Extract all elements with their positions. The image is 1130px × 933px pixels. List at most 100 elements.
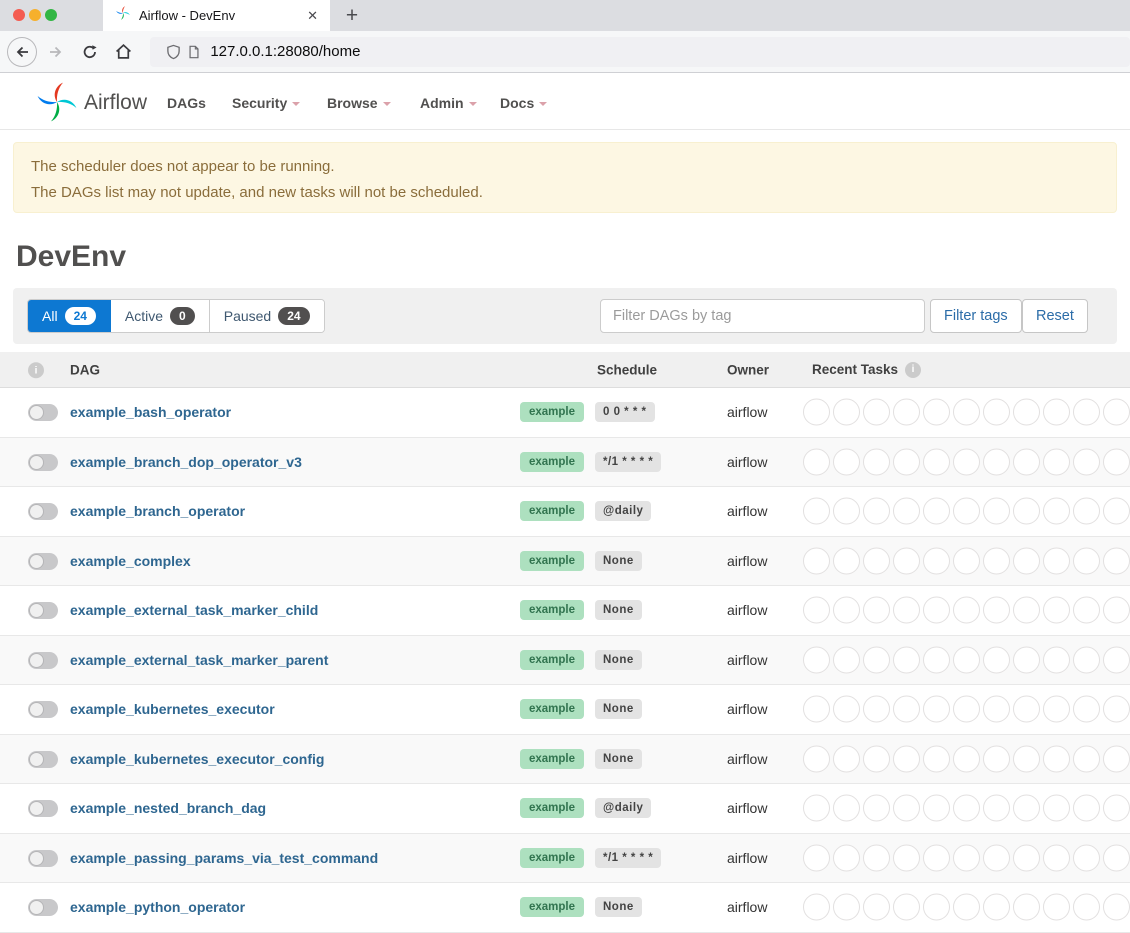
dag-pause-toggle[interactable] — [28, 553, 58, 570]
header-dag[interactable]: DAG — [70, 362, 100, 377]
task-state-circle — [1043, 399, 1070, 426]
owner-cell: airflow — [727, 800, 767, 816]
dag-link[interactable]: example_external_task_marker_child — [70, 602, 318, 618]
task-state-circle — [1013, 844, 1040, 871]
task-state-circle — [983, 547, 1010, 574]
task-state-circle — [1013, 795, 1040, 822]
dag-link[interactable]: example_python_operator — [70, 899, 245, 915]
dag-tag-badge[interactable]: example — [520, 897, 584, 917]
airflow-logo-icon[interactable] — [34, 79, 80, 130]
back-button[interactable] — [7, 37, 37, 67]
filter-tab-active[interactable]: Active 0 — [111, 300, 210, 332]
task-state-circle — [1103, 646, 1130, 673]
task-state-circle — [983, 448, 1010, 475]
nav-item-security[interactable]: Security — [232, 95, 300, 111]
nav-item-dags[interactable]: DAGs — [167, 95, 206, 111]
task-state-circle — [803, 399, 830, 426]
dag-tag-badge[interactable]: example — [520, 452, 584, 472]
task-state-circle — [893, 399, 920, 426]
minimize-window-button[interactable] — [29, 9, 41, 21]
reset-button[interactable]: Reset — [1022, 299, 1088, 333]
owner-cell: airflow — [727, 404, 767, 420]
dag-tag-badge[interactable]: example — [520, 749, 584, 769]
filter-tab-all[interactable]: All 24 — [28, 300, 111, 332]
dag-pause-toggle[interactable] — [28, 404, 58, 421]
dag-tag-badge[interactable]: example — [520, 699, 584, 719]
zoom-window-button[interactable] — [45, 9, 57, 21]
dag-pause-toggle[interactable] — [28, 800, 58, 817]
task-state-circle — [803, 448, 830, 475]
task-state-circle — [1013, 745, 1040, 772]
task-state-circle — [953, 844, 980, 871]
dag-tag-badge[interactable]: example — [520, 501, 584, 521]
task-state-circle — [1103, 844, 1130, 871]
owner-cell: airflow — [727, 652, 767, 668]
brand-name[interactable]: Airflow — [84, 91, 147, 115]
dag-link[interactable]: example_kubernetes_executor_config — [70, 751, 324, 767]
dag-tag-badge[interactable]: example — [520, 551, 584, 571]
scheduler-warning-banner: The scheduler does not appear to be runn… — [13, 142, 1117, 213]
browser-tab[interactable]: Airflow - DevEnv ✕ — [103, 0, 330, 31]
task-state-circle — [803, 795, 830, 822]
shield-icon[interactable] — [166, 44, 181, 60]
task-state-circle — [1013, 399, 1040, 426]
task-state-circle — [893, 745, 920, 772]
recent-tasks-cell — [803, 498, 1130, 525]
task-state-circle — [803, 844, 830, 871]
dag-tag-badge[interactable]: example — [520, 798, 584, 818]
dag-pause-toggle[interactable] — [28, 602, 58, 619]
new-tab-button[interactable]: + — [337, 0, 367, 31]
filter-tags-button[interactable]: Filter tags — [930, 299, 1022, 333]
filter-tab-paused[interactable]: Paused 24 — [210, 300, 324, 332]
chevron-down-icon — [539, 102, 547, 106]
dag-tag-badge[interactable]: example — [520, 402, 584, 422]
task-state-circle — [983, 597, 1010, 624]
filter-dags-by-tag-input[interactable] — [600, 299, 925, 333]
nav-item-docs[interactable]: Docs — [500, 95, 547, 111]
dag-tag-badge[interactable]: example — [520, 650, 584, 670]
page-info-icon[interactable] — [187, 44, 201, 60]
dag-link[interactable]: example_nested_branch_dag — [70, 800, 266, 816]
task-state-circle — [863, 795, 890, 822]
dag-pause-toggle[interactable] — [28, 652, 58, 669]
close-window-button[interactable] — [13, 9, 25, 21]
dag-pause-toggle[interactable] — [28, 850, 58, 867]
dag-link[interactable]: example_external_task_marker_parent — [70, 652, 328, 668]
browser-window: Airflow - DevEnv ✕ + 127.0.0.1:28080/hom… — [0, 0, 1130, 933]
dag-pause-toggle[interactable] — [28, 503, 58, 520]
dag-link[interactable]: example_bash_operator — [70, 404, 231, 420]
owner-cell: airflow — [727, 503, 767, 519]
task-state-circle — [1103, 399, 1130, 426]
dag-pause-toggle[interactable] — [28, 454, 58, 471]
owner-cell: airflow — [727, 899, 767, 915]
task-state-circle — [923, 894, 950, 921]
dag-tag-badge[interactable]: example — [520, 600, 584, 620]
dag-link[interactable]: example_complex — [70, 553, 191, 569]
reload-icon[interactable] — [75, 37, 105, 67]
dag-tag-badge[interactable]: example — [520, 848, 584, 868]
dag-link[interactable]: example_branch_dop_operator_v3 — [70, 454, 302, 470]
task-state-circle — [1013, 448, 1040, 475]
close-tab-icon[interactable]: ✕ — [305, 8, 320, 24]
url-bar[interactable]: 127.0.0.1:28080/home — [150, 37, 1130, 67]
dag-pause-toggle[interactable] — [28, 701, 58, 718]
dag-pause-toggle[interactable] — [28, 899, 58, 916]
nav-item-browse[interactable]: Browse — [327, 95, 391, 111]
dag-link[interactable]: example_branch_operator — [70, 503, 245, 519]
owner-cell: airflow — [727, 751, 767, 767]
dag-link[interactable]: example_kubernetes_executor — [70, 701, 275, 717]
task-state-circle — [893, 894, 920, 921]
task-state-circle — [1013, 696, 1040, 723]
nav-item-admin[interactable]: Admin — [420, 95, 477, 111]
task-state-circle — [833, 547, 860, 574]
task-state-circle — [803, 745, 830, 772]
dag-link[interactable]: example_passing_params_via_test_command — [70, 850, 378, 866]
forward-button[interactable] — [41, 37, 71, 67]
task-state-circle — [923, 795, 950, 822]
schedule-badge: @daily — [595, 501, 651, 521]
task-state-circle — [893, 597, 920, 624]
task-state-circle — [923, 399, 950, 426]
task-state-circle — [803, 498, 830, 525]
home-icon[interactable] — [109, 37, 139, 67]
dag-pause-toggle[interactable] — [28, 751, 58, 768]
